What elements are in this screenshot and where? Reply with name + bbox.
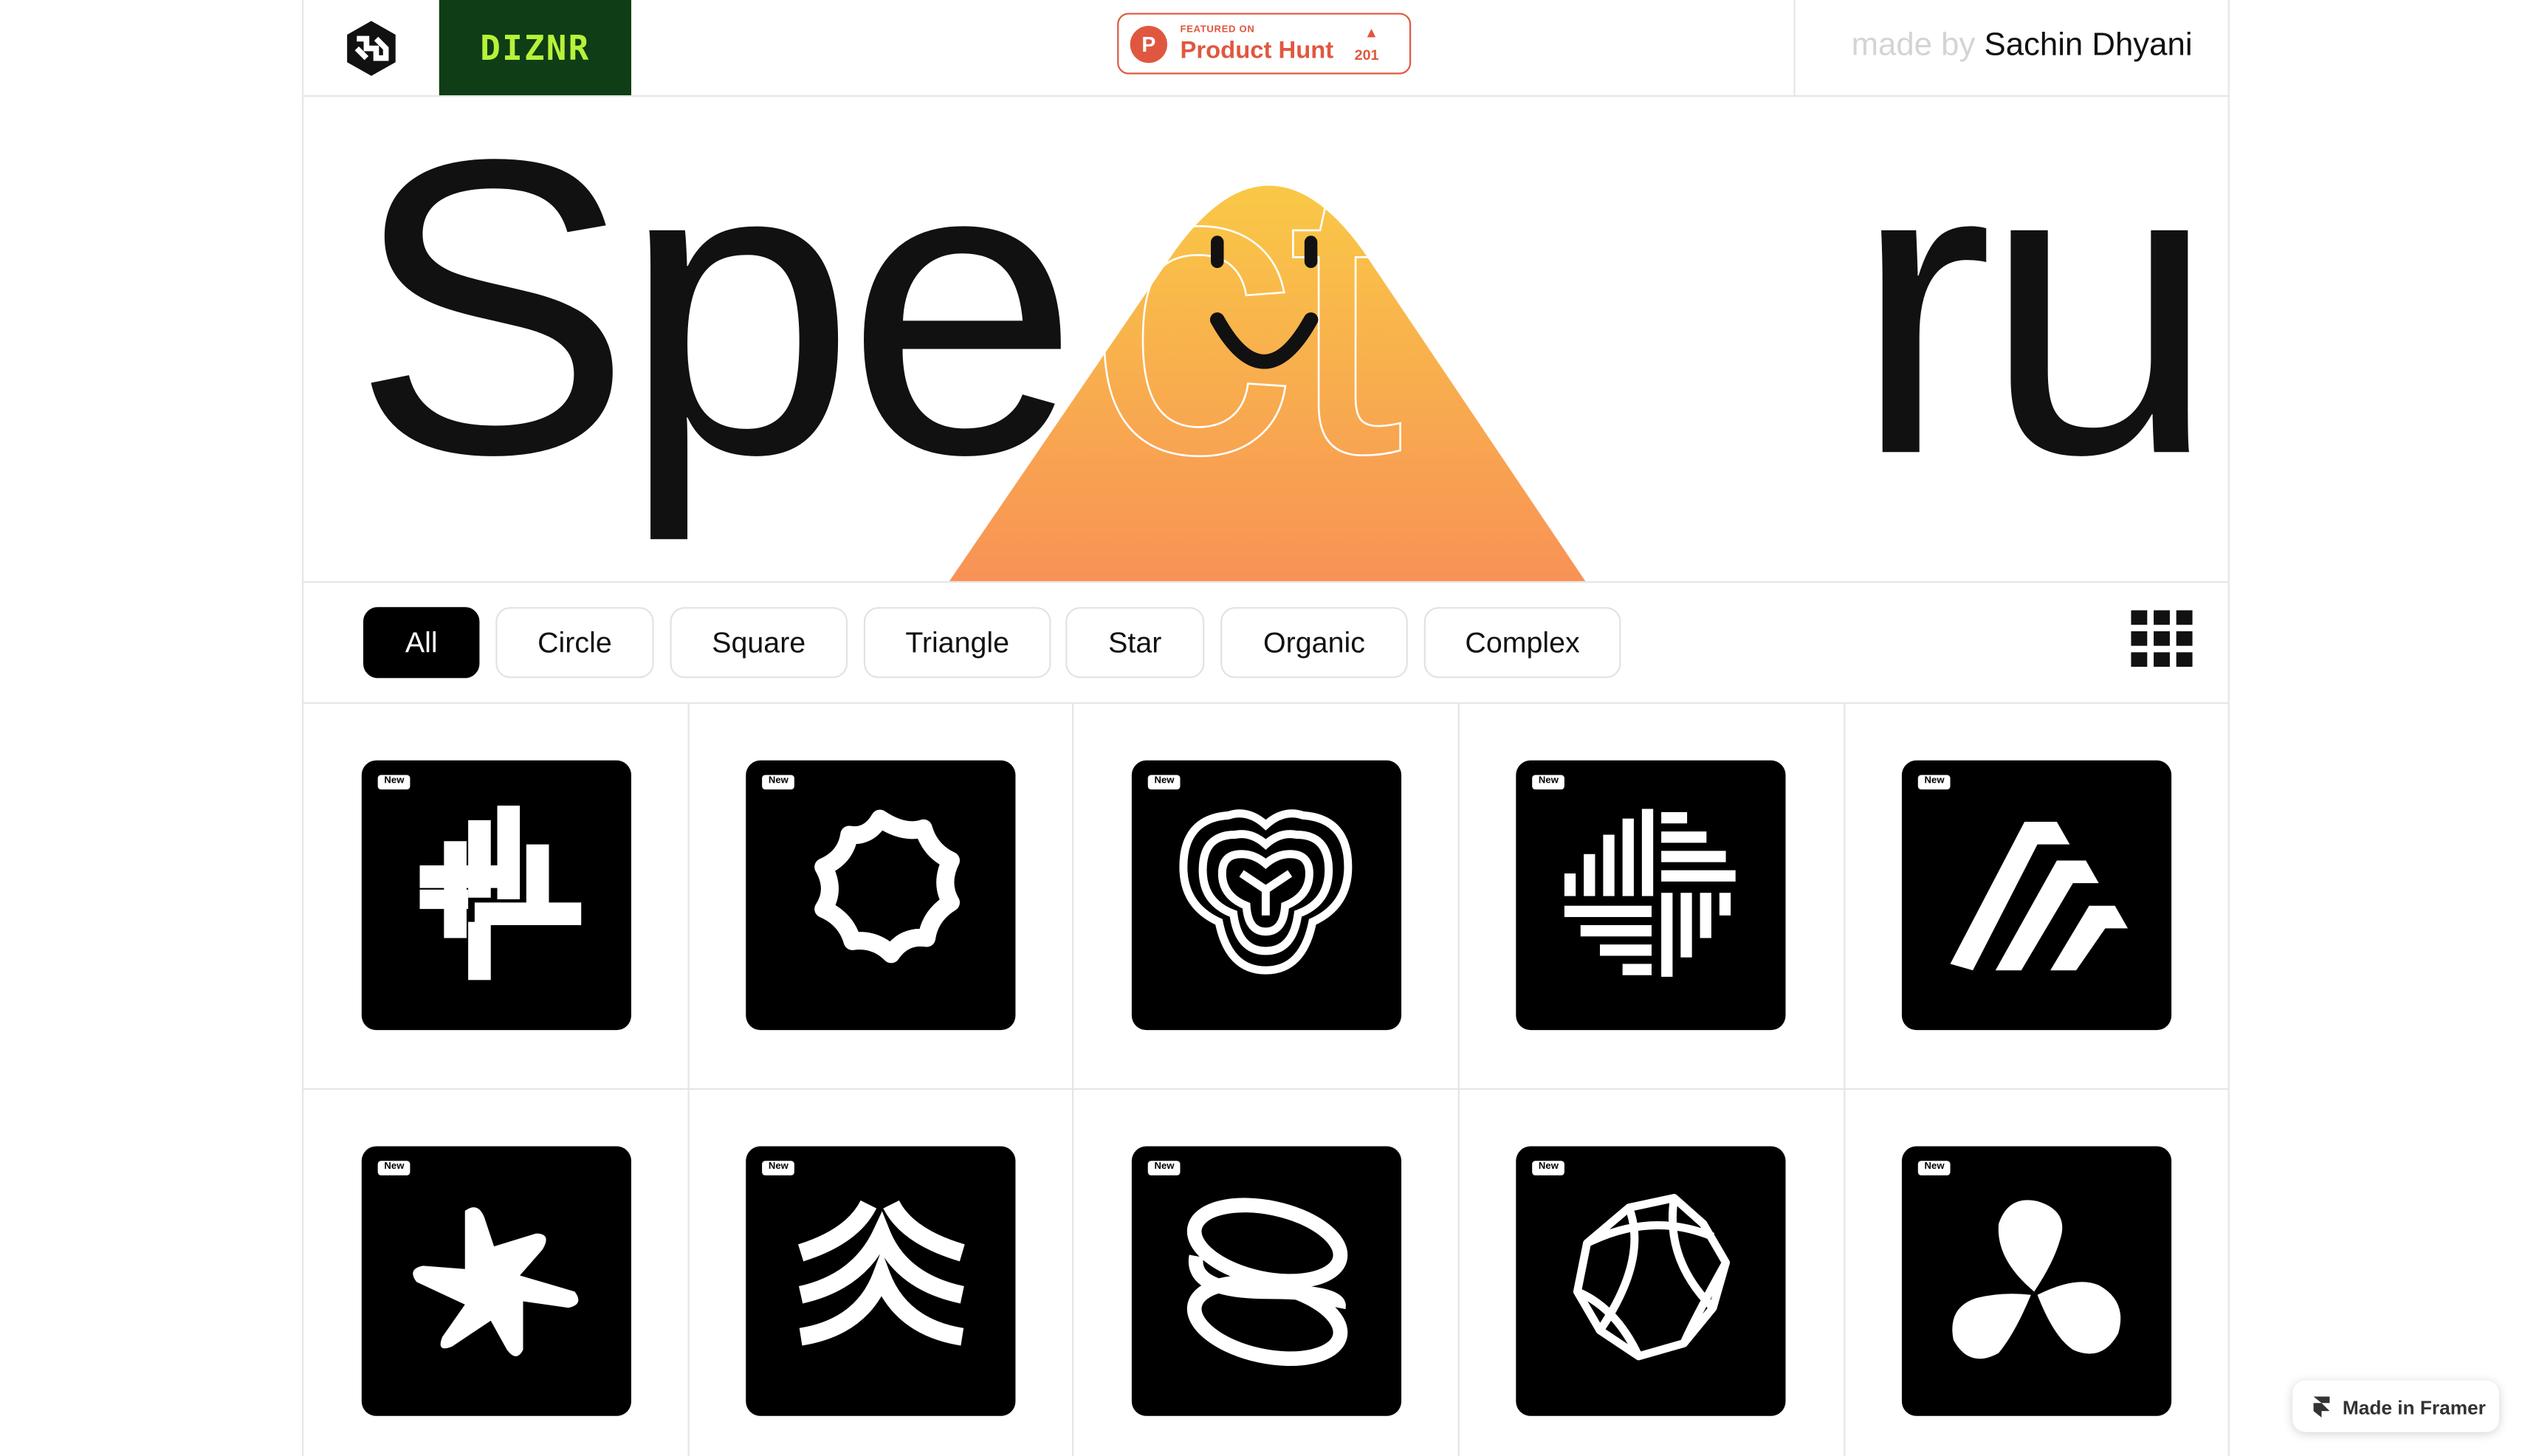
octagon-weave-icon (1573, 1194, 1731, 1361)
grid-col-divider (1071, 704, 1074, 1456)
hero-artwork: Spe rum ct (352, 97, 2228, 582)
framer-logo-icon (2313, 1396, 2330, 1418)
hero-title-right: rum (1853, 97, 2227, 541)
twisted-loops-icon (1186, 1198, 1348, 1367)
shape-card-concentric-trefoil[interactable]: New (1131, 760, 1402, 1031)
grid-col-divider (687, 704, 690, 1456)
smiley-left-eye (1211, 236, 1224, 268)
filter-chip-complex[interactable]: Complex (1423, 607, 1621, 679)
rounded-star-icon (413, 1207, 579, 1356)
shape-card-octagon-weave[interactable]: New (1516, 1146, 1786, 1416)
upvote-count: 201 (1354, 47, 1379, 63)
concentric-trefoil-icon (1179, 809, 1353, 975)
made-in-framer-badge[interactable]: Made in Framer (2292, 1380, 2500, 1432)
crossed-bars-icon (419, 806, 582, 981)
shape-card-crossed-bars[interactable]: New (361, 760, 631, 1031)
hero-title-outline: ct (1087, 97, 1405, 541)
hex-logo-icon[interactable] (343, 19, 401, 78)
shape-card-twisted-loops[interactable]: New (1131, 1146, 1402, 1416)
filter-chip-triangle[interactable]: Triangle (863, 607, 1051, 679)
brand-name: DIZNR (480, 28, 591, 67)
shape-card-peaked-arcs[interactable]: New (746, 1146, 1016, 1416)
credit-name: Sachin Dhyani (1984, 27, 2193, 63)
striped-diamond-icon (1564, 808, 1736, 977)
author-credit[interactable]: made by Sachin Dhyani (1852, 27, 2193, 64)
header-credit-divider (1793, 0, 1796, 96)
grid-icon[interactable] (2129, 608, 2194, 670)
shape-card-wavy-ring[interactable]: New (746, 760, 1016, 1031)
three-blade-propeller-icon (1952, 1200, 2121, 1359)
filter-chip-star[interactable]: Star (1065, 607, 1205, 679)
filter-chip-all[interactable]: All (363, 607, 480, 679)
shape-card-slanted-stripes[interactable]: New (1901, 760, 2172, 1031)
filter-chip-square[interactable]: Square (670, 607, 848, 679)
product-hunt-badge[interactable]: P FEATURED ON Product Hunt ▲ 201 (1117, 13, 1412, 75)
shape-card-striped-diamond[interactable]: New (1516, 760, 1786, 1031)
frame-right-line (2227, 0, 2230, 1456)
product-hunt-icon: P (1130, 25, 1167, 63)
shape-card-three-blade-propeller[interactable]: New (1901, 1146, 2172, 1416)
smiley-right-eye (1304, 236, 1318, 268)
hero-section: Spe rum ct (303, 97, 2228, 582)
grid-col-divider (1457, 704, 1460, 1456)
diznr-brand-link[interactable]: DIZNR (439, 0, 631, 96)
filter-divider (303, 702, 2228, 704)
grid-col-divider (1844, 704, 1846, 1456)
credit-prefix: made by (1851, 27, 1976, 63)
filter-chip-organic[interactable]: Organic (1220, 607, 1408, 679)
hero-title-left: Spe (352, 97, 1070, 543)
grid-row-divider (303, 1088, 2228, 1091)
framer-label: Made in Framer (2342, 1396, 2486, 1420)
filter-chip-circle[interactable]: Circle (495, 607, 654, 679)
wavy-ring-icon (814, 809, 960, 964)
shape-card-rounded-star[interactable]: New (361, 1146, 631, 1416)
hero-divider (303, 581, 2228, 583)
product-hunt-name: Product Hunt (1180, 37, 1334, 65)
peaked-arcs-icon (797, 1200, 965, 1346)
upvote-arrow-icon: ▲ (1364, 24, 1379, 41)
slanted-stripes-icon (1950, 822, 2129, 971)
product-hunt-featured-label: FEATURED ON (1180, 25, 1255, 36)
